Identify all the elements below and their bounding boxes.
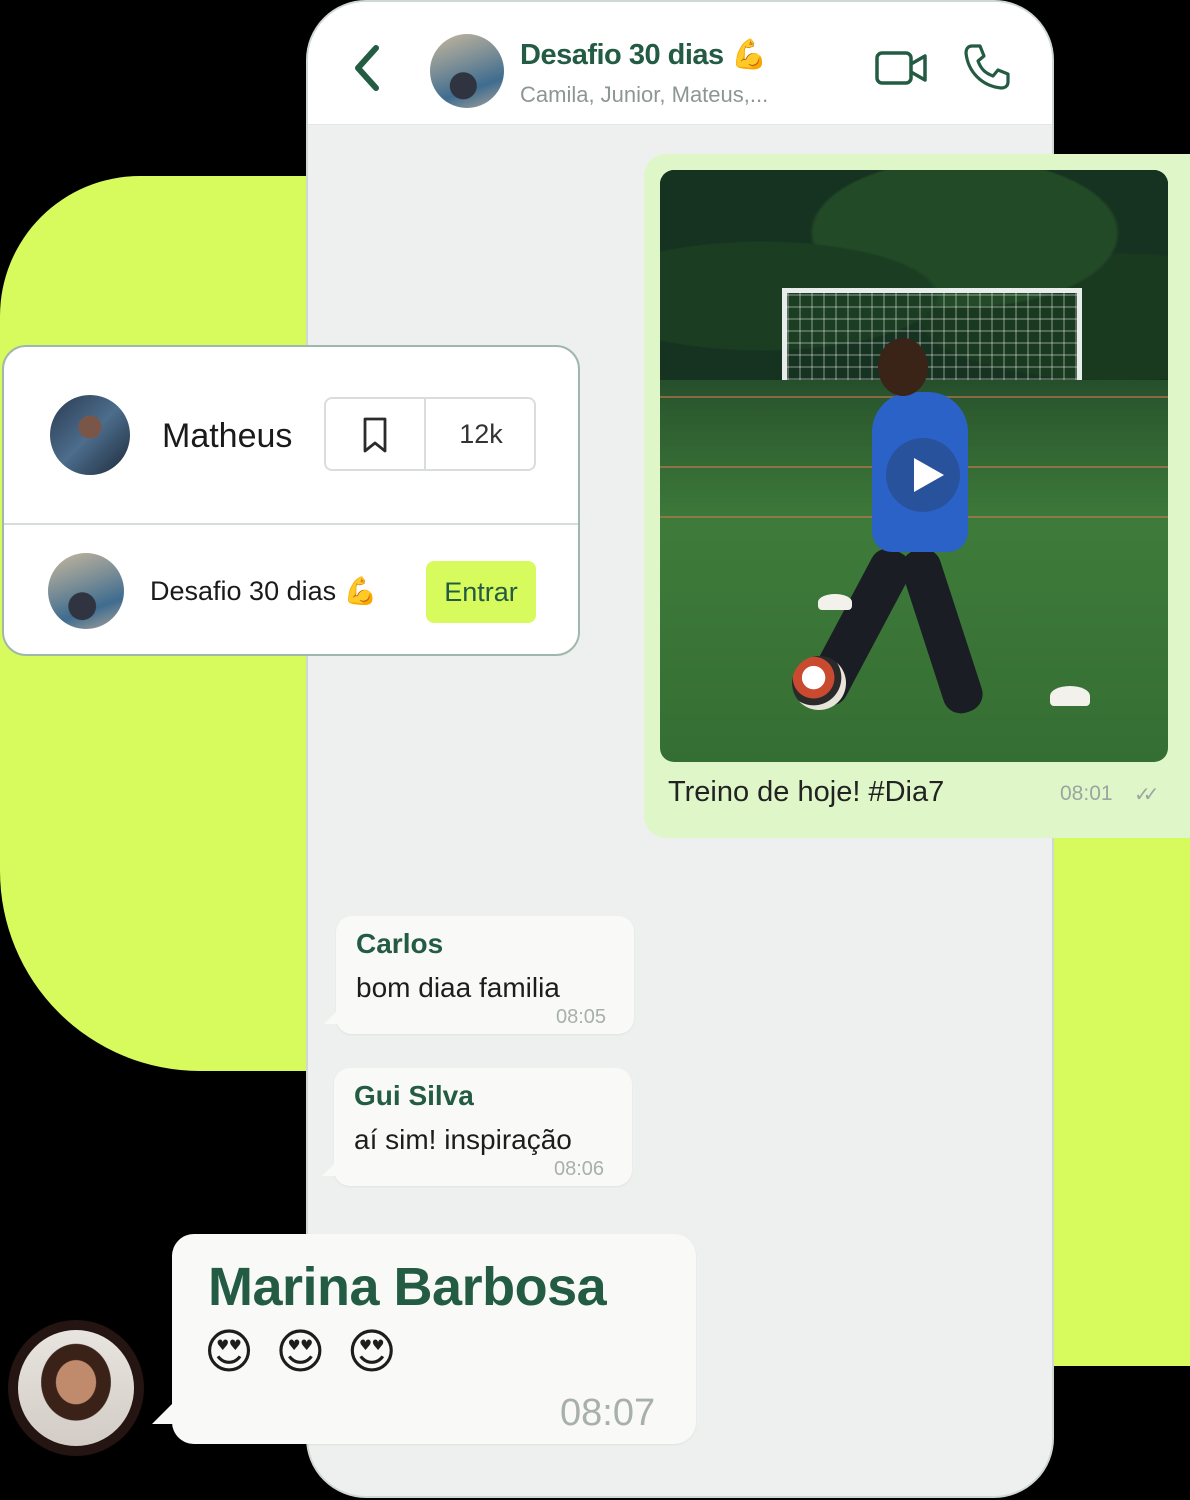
avatar[interactable]: [8, 1320, 144, 1456]
video-time: 08:01: [1060, 782, 1113, 805]
message-bubble[interactable]: Carlos bom diaa familia 08:05: [324, 916, 634, 1034]
video-call-button[interactable]: [874, 48, 930, 88]
group-name: Desafio 30 dias 💪: [150, 576, 378, 606]
back-button[interactable]: [348, 42, 388, 94]
video-message[interactable]: Treino de hoje! #Dia7 08:01 ✓✓: [644, 154, 1190, 838]
message-sender: Gui Silva: [354, 1080, 474, 1111]
message-bubble[interactable]: Marina Barbosa 😍 😍 😍 08:07: [152, 1234, 696, 1444]
group-title[interactable]: Desafio 30 dias 💪: [520, 38, 767, 72]
saved-stats: 12k: [324, 397, 536, 471]
group-avatar: [48, 553, 124, 629]
video-thumbnail[interactable]: [660, 170, 1168, 762]
chevron-left-icon: [355, 45, 379, 91]
message-bubble[interactable]: Gui Silva aí sim! inspiração 08:06: [322, 1068, 632, 1186]
message-text: bom diaa familia: [356, 972, 560, 1003]
message-text: aí sim! inspiração: [354, 1124, 572, 1155]
profile-card: Matheus 12k Desafio 30 dias 💪 Entrar: [2, 345, 580, 656]
phone-icon: [964, 44, 1010, 90]
message-emojis: 😍 😍 😍: [204, 1326, 397, 1379]
voice-call-button[interactable]: [962, 42, 1012, 92]
divider: [4, 523, 578, 525]
saved-count: 12k: [459, 419, 503, 449]
message-time: 08:06: [554, 1158, 605, 1180]
join-button[interactable]: Entrar: [426, 561, 536, 623]
message-sender: Marina Barbosa: [208, 1257, 607, 1317]
bookmark-icon: [363, 417, 387, 453]
message-sender: Carlos: [356, 928, 444, 959]
chat-header: Desafio 30 dias 💪 Camila, Junior, Mateus…: [308, 2, 1052, 125]
video-camera-icon: [875, 51, 927, 85]
group-avatar[interactable]: [430, 34, 504, 108]
profile-name[interactable]: Matheus: [162, 417, 292, 456]
double-check-icon: ✓✓: [1134, 784, 1159, 806]
play-icon[interactable]: [886, 438, 960, 512]
group-members: Camila, Junior, Mateus,...: [520, 82, 769, 107]
soccer-ball: [792, 656, 846, 710]
soccer-goal: [782, 288, 1082, 380]
bookmark-button[interactable]: [326, 399, 426, 469]
video-caption: Treino de hoje! #Dia7: [668, 776, 945, 808]
message-time: 08:05: [556, 1006, 607, 1028]
avatar[interactable]: [50, 395, 130, 475]
message-time: 08:07: [560, 1392, 656, 1434]
